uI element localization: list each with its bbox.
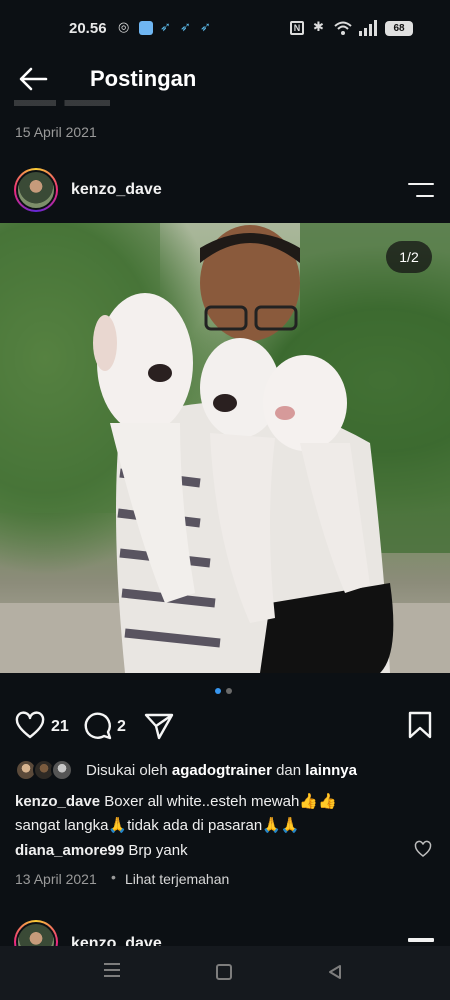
date-separator: • bbox=[111, 869, 116, 885]
puppies-photo bbox=[0, 223, 450, 673]
status-time: 20.56 bbox=[69, 20, 107, 37]
share-icon[interactable] bbox=[143, 711, 175, 741]
comment-text: Brp yank bbox=[128, 842, 188, 859]
carousel-dot bbox=[226, 688, 232, 694]
comment-username[interactable]: diana_amore99 bbox=[15, 842, 124, 859]
image-counter-badge: 1/2 bbox=[386, 241, 432, 273]
liked-by-user[interactable]: agadogtrainer bbox=[172, 762, 272, 779]
avatar-image bbox=[16, 170, 56, 210]
wifi-icon bbox=[334, 21, 352, 35]
heart-icon[interactable] bbox=[15, 711, 45, 741]
battery-indicator: 68 bbox=[385, 21, 413, 36]
liked-by-others[interactable]: lainnya bbox=[305, 762, 357, 779]
previous-post-date: 15 April 2021 bbox=[15, 124, 97, 140]
liker-avatar bbox=[51, 759, 73, 781]
previous-post-cutoff-text bbox=[14, 100, 134, 106]
post-username[interactable]: kenzo_dave bbox=[71, 181, 162, 199]
carousel-indicator bbox=[213, 688, 237, 696]
like-count[interactable]: 21 bbox=[51, 718, 69, 736]
page-title: Postingan bbox=[90, 66, 197, 91]
avatar[interactable] bbox=[14, 168, 58, 212]
bookmark-icon[interactable] bbox=[406, 710, 434, 740]
post-image[interactable] bbox=[0, 223, 450, 673]
recents-icon[interactable] bbox=[104, 962, 124, 978]
signal-icon bbox=[359, 20, 377, 36]
carousel-dot-active bbox=[215, 688, 221, 694]
liked-by-prefix: Disukai oleh bbox=[86, 762, 168, 779]
back-arrow-icon[interactable] bbox=[18, 67, 48, 91]
comment-like-heart-icon[interactable] bbox=[414, 840, 432, 858]
status-bar: 20.56 ◎ ➶ ➶ ➶ N ✱ 68 bbox=[0, 0, 450, 58]
liker-avatars[interactable] bbox=[15, 759, 77, 783]
home-icon[interactable] bbox=[216, 964, 232, 980]
caption-username[interactable]: kenzo_dave bbox=[15, 793, 100, 810]
bird-icon: ➶ bbox=[200, 19, 211, 34]
liked-by-joiner: dan bbox=[276, 762, 302, 779]
nfc-icon: N bbox=[290, 21, 304, 35]
bluetooth-icon: ✱ bbox=[313, 19, 324, 34]
whatsapp-icon: ◎ bbox=[118, 19, 130, 34]
more-options-icon[interactable] bbox=[408, 183, 434, 199]
caption-text-line1: Boxer all white..esteh mewah👍👍 bbox=[104, 793, 337, 810]
comment-count[interactable]: 2 bbox=[117, 718, 126, 736]
comment-row: diana_amore99 Brp yank bbox=[15, 842, 188, 859]
see-translation-link[interactable]: Lihat terjemahan bbox=[125, 871, 229, 887]
liked-by-text[interactable]: Disukai oleh agadogtrainer dan lainnya bbox=[86, 762, 357, 779]
more-options-icon[interactable] bbox=[408, 938, 434, 942]
back-arrow-icon[interactable] bbox=[18, 64, 54, 100]
caption-text-line2: sangat langka🙏tidak ada di pasaran🙏🙏 bbox=[15, 817, 300, 834]
nav-back-icon[interactable] bbox=[326, 963, 344, 981]
post-caption: kenzo_dave Boxer all white..esteh mewah👍… bbox=[15, 790, 430, 838]
comment-icon[interactable] bbox=[83, 711, 113, 741]
bird-icon: ➶ bbox=[160, 19, 171, 34]
bird-icon: ➶ bbox=[180, 19, 191, 34]
app-icon bbox=[139, 21, 153, 35]
post-date: 13 April 2021 bbox=[15, 871, 97, 887]
